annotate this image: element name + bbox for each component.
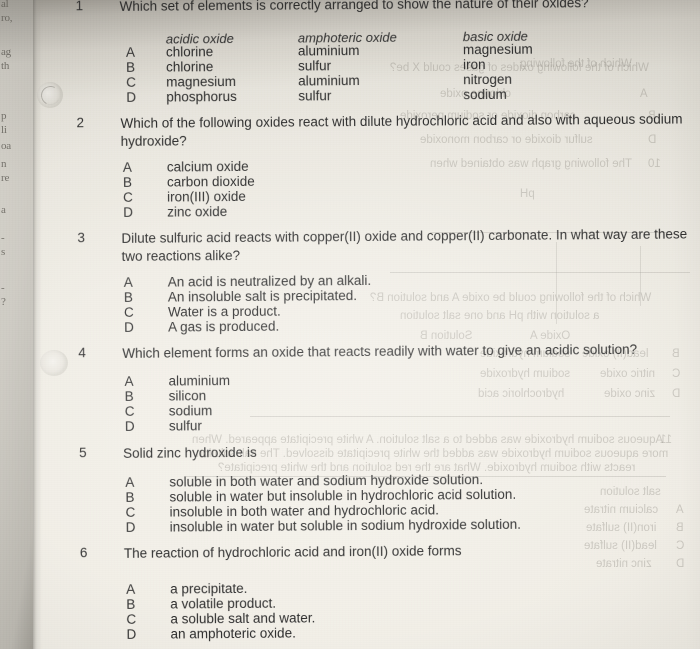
question-text: Which of the following oxides react with… bbox=[120, 111, 683, 149]
option-letter[interactable]: B bbox=[124, 290, 133, 305]
option-text[interactable]: a volatile product. bbox=[170, 596, 276, 612]
table-cell: sodium bbox=[463, 86, 507, 103]
question-text: Solid zinc hydroxide is bbox=[123, 444, 257, 461]
option-letter[interactable]: C bbox=[123, 190, 133, 205]
question-text: Dilute sulfuric acid reacts with copper(… bbox=[121, 226, 688, 264]
option-text[interactable]: sulfur bbox=[169, 418, 202, 433]
table-row-letter[interactable]: A bbox=[126, 45, 135, 60]
question-number: 4 bbox=[78, 345, 86, 361]
option-letter[interactable]: B bbox=[125, 490, 134, 505]
option-text[interactable]: calcium oxide bbox=[167, 159, 249, 175]
option-text[interactable]: soluble in water but insoluble in hydroc… bbox=[169, 487, 516, 505]
option-text[interactable]: aluminium bbox=[168, 373, 230, 388]
question-number: 5 bbox=[79, 445, 87, 461]
question-number: 6 bbox=[79, 545, 88, 561]
table-row-letter[interactable]: C bbox=[126, 75, 136, 90]
table-cell: phosphorus bbox=[166, 88, 237, 105]
option-letter[interactable]: B bbox=[123, 175, 132, 190]
option-text[interactable]: an amphoteric oxide. bbox=[170, 626, 295, 642]
option-letter[interactable]: A bbox=[125, 475, 134, 490]
table-cell: sulfur bbox=[298, 58, 332, 74]
option-text[interactable]: silicon bbox=[169, 388, 207, 403]
table-cell: magnesium bbox=[462, 41, 533, 58]
option-text[interactable]: iron(III) oxide bbox=[167, 189, 246, 205]
option-letter[interactable]: A bbox=[123, 160, 132, 175]
table-cell: nitrogen bbox=[463, 71, 513, 88]
table-row-letter[interactable]: D bbox=[126, 90, 136, 105]
option-letter[interactable]: B bbox=[126, 597, 135, 612]
question-text: Which set of elements is correctly arran… bbox=[119, 0, 589, 14]
option-letter[interactable]: D bbox=[123, 205, 133, 220]
option-letter[interactable]: A bbox=[124, 275, 133, 290]
table-row-letter[interactable]: B bbox=[126, 60, 135, 75]
option-letter[interactable]: C bbox=[126, 612, 136, 627]
option-letter[interactable]: A bbox=[124, 374, 133, 389]
question-number: 1 bbox=[75, 0, 84, 14]
table-cell: chlorine bbox=[166, 59, 214, 75]
table-cell: sulfur bbox=[298, 88, 332, 104]
question-number: 3 bbox=[77, 230, 85, 246]
option-text[interactable]: Water is a product. bbox=[168, 304, 281, 320]
option-text[interactable]: insoluble in water but soluble in sodium… bbox=[170, 517, 521, 535]
option-letter[interactable]: D bbox=[125, 419, 135, 434]
option-letter[interactable]: B bbox=[125, 389, 134, 404]
option-text[interactable]: A gas is produced. bbox=[168, 319, 279, 335]
table-cell: iron bbox=[463, 57, 486, 73]
table-cell: aluminium bbox=[297, 43, 360, 59]
option-text[interactable]: sodium bbox=[169, 403, 213, 418]
table-cell: aluminium bbox=[298, 73, 360, 89]
option-text[interactable]: zinc oxide bbox=[167, 204, 227, 219]
option-text[interactable]: carbon dioxide bbox=[167, 174, 255, 190]
option-letter[interactable]: D bbox=[126, 627, 136, 642]
option-letter[interactable]: A bbox=[126, 582, 135, 597]
option-letter[interactable]: D bbox=[124, 320, 134, 335]
option-letter[interactable]: D bbox=[126, 520, 136, 535]
question-number: 2 bbox=[76, 115, 85, 131]
exam-content: 1 Which set of elements is correctly arr… bbox=[0, 0, 700, 649]
option-letter[interactable]: C bbox=[125, 404, 135, 419]
option-text[interactable]: a soluble salt and water. bbox=[170, 610, 315, 626]
table-cell: magnesium bbox=[166, 73, 237, 90]
option-text[interactable]: An insoluble salt is precipitated. bbox=[168, 288, 357, 304]
option-letter[interactable]: C bbox=[124, 305, 134, 320]
question-text: The reaction of hydrochloric acid and ir… bbox=[123, 543, 462, 561]
option-text[interactable]: An acid is neutralized by an alkali. bbox=[168, 273, 371, 290]
scanned-exam-page: The following graph was obtained when 10 p… bbox=[0, 0, 700, 649]
option-text[interactable]: a precipitate. bbox=[170, 581, 247, 597]
table-cell: chlorine bbox=[165, 44, 214, 60]
question-text: Which element forms an oxide that reacts… bbox=[122, 341, 638, 361]
option-letter[interactable]: C bbox=[126, 505, 136, 520]
